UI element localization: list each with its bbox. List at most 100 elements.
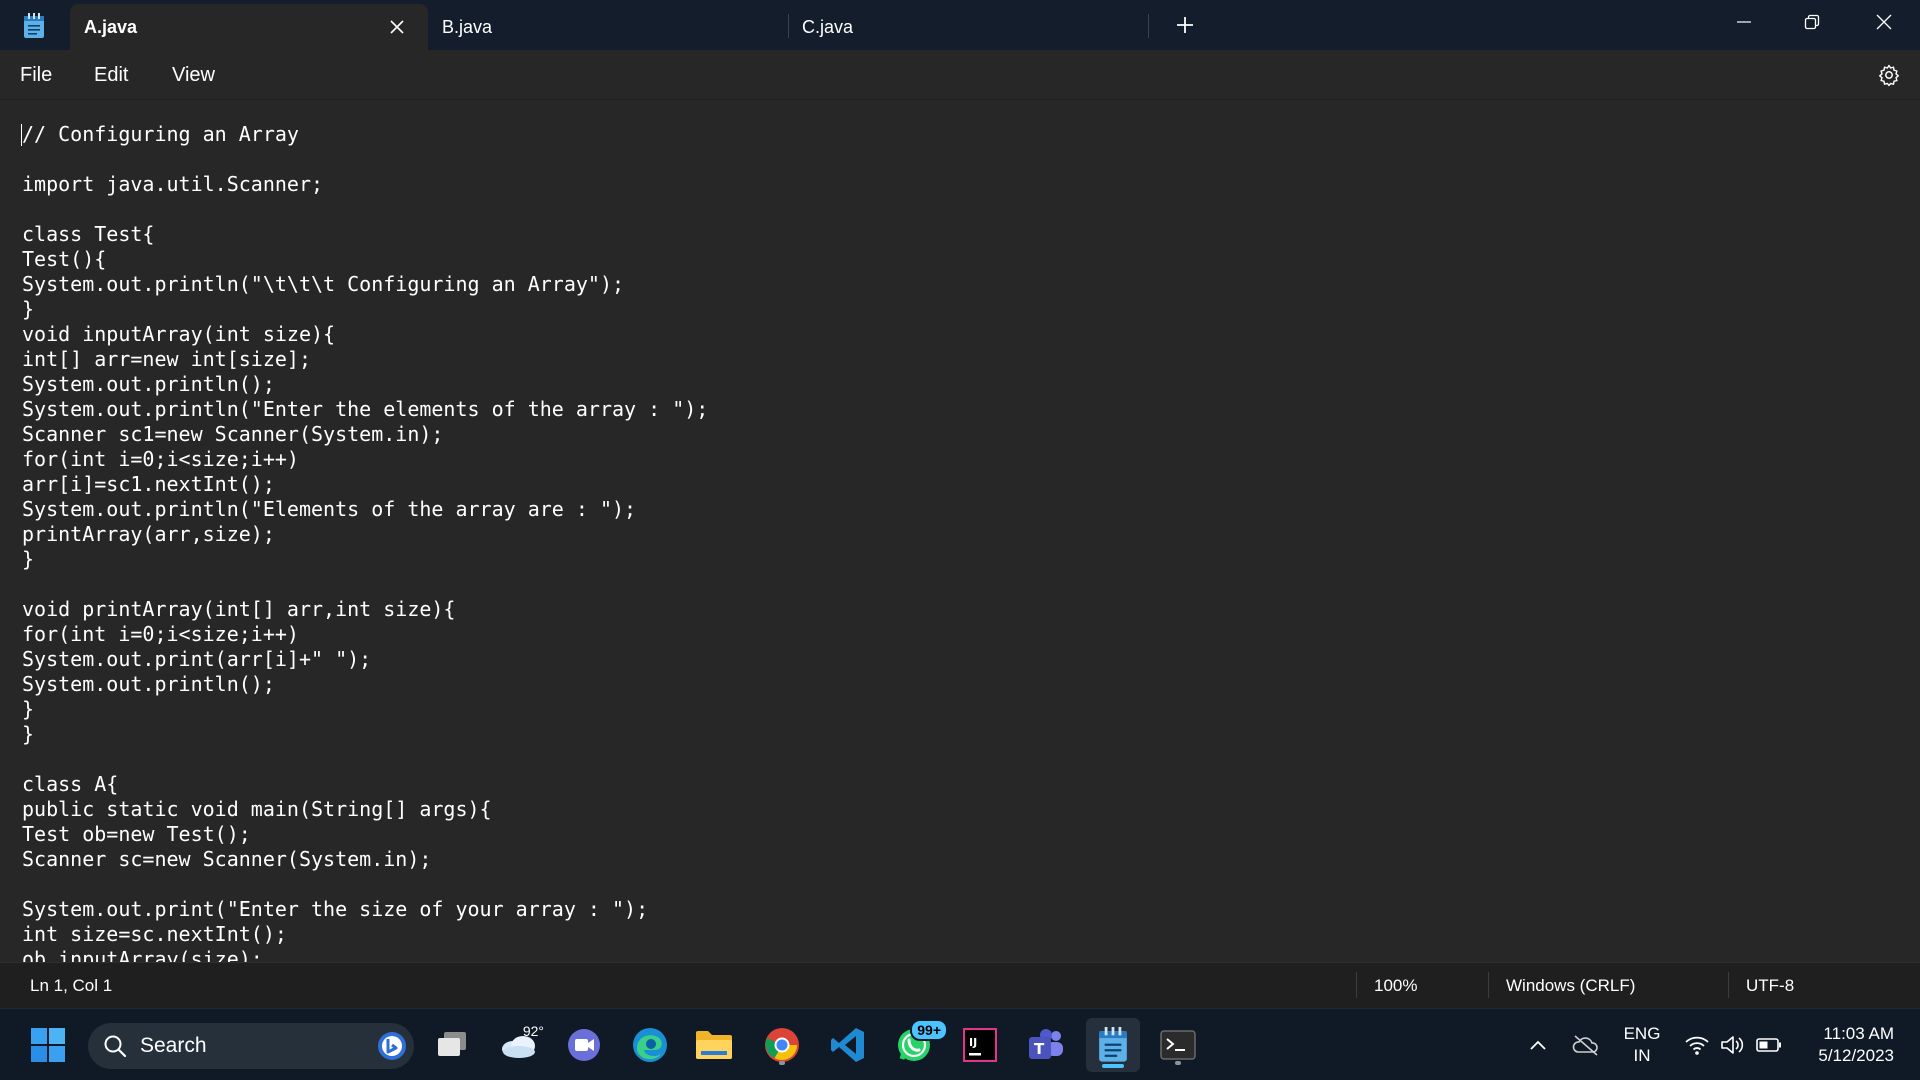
tab-b-java[interactable]: B.java (430, 4, 492, 50)
speaker-icon (1721, 1036, 1744, 1054)
code-line: System.out.print(arr[i]+" "); (22, 647, 372, 671)
task-view-button[interactable] (428, 1021, 476, 1069)
zoom-level: 100% (1374, 976, 1418, 995)
minimize-icon (1737, 21, 1751, 23)
weather-widget[interactable]: 92° (494, 1021, 544, 1069)
taskbar-search[interactable]: Search (88, 1023, 414, 1069)
code-line: System.out.println("\t\t\t Configuring a… (22, 272, 625, 296)
menu-bar: File Edit View (0, 50, 1920, 100)
clock[interactable]: 11:03 AM 5/12/2023 (1798, 1023, 1894, 1067)
code-line: Scanner sc=new Scanner(System.in); (22, 847, 432, 871)
notepad-taskbar-button[interactable] (1086, 1018, 1140, 1072)
menu-view[interactable]: View (170, 62, 217, 89)
code-content[interactable]: // Configuring an Array import java.util.… (22, 122, 708, 962)
code-line: Test(){ (22, 247, 107, 271)
close-icon (1876, 14, 1892, 30)
volume-button[interactable] (1718, 1009, 1748, 1080)
code-line: void inputArray(int size){ (22, 322, 336, 346)
windows-logo-icon (31, 1028, 65, 1062)
task-view-icon (438, 1032, 466, 1056)
edge-button[interactable] (626, 1021, 674, 1069)
onedrive-offline-icon (1572, 1035, 1598, 1056)
code-line: } (22, 297, 35, 321)
notification-badge: 99+ (910, 1019, 948, 1041)
running-indicator (1175, 1061, 1181, 1065)
code-line: System.out.println("Enter the elements o… (22, 397, 709, 421)
code-line: Test ob=new Test(); (22, 822, 251, 846)
onedrive-button[interactable] (1566, 1009, 1606, 1080)
intellij-icon: IJ (963, 1028, 997, 1062)
code-line: ob.inputArray(size); (22, 947, 263, 962)
code-line: // Configuring an Array (22, 122, 299, 146)
language-indicator[interactable]: ENG IN (1618, 1023, 1666, 1067)
status-bar: Ln 1, Col 1 100% Windows (CRLF) UTF-8 (0, 962, 1920, 1008)
status-divider (1728, 972, 1729, 998)
show-hidden-icons-button[interactable] (1518, 1009, 1558, 1080)
settings-button[interactable] (1876, 62, 1902, 88)
battery-icon (1756, 1038, 1781, 1052)
code-line: import java.util.Scanner; (22, 172, 324, 196)
terminal-icon (1160, 1030, 1196, 1060)
code-line: Scanner sc1=new Scanner(System.in); (22, 422, 444, 446)
notepad-icon (1099, 1027, 1127, 1062)
vscode-button[interactable] (824, 1021, 872, 1069)
code-line: System.out.println(); (22, 672, 275, 696)
whatsapp-button[interactable]: 99+ (890, 1019, 948, 1069)
file-explorer-button[interactable] (690, 1021, 738, 1069)
close-window-button[interactable] (1850, 0, 1918, 44)
minimize-button[interactable] (1710, 0, 1778, 44)
tab-c-java[interactable]: C.java (790, 4, 853, 50)
code-line: System.out.println("Elements of the arra… (22, 497, 637, 521)
chat-icon (568, 1029, 600, 1061)
title-bar: A.java B.java C.java (0, 0, 1920, 50)
code-line: System.out.print("Enter the size of your… (22, 897, 649, 921)
svg-text:IJ: IJ (969, 1036, 977, 1049)
vscode-icon (831, 1028, 864, 1062)
plus-icon (1177, 17, 1193, 33)
wifi-icon (1685, 1036, 1709, 1055)
weather-temperature: 92° (522, 1023, 544, 1039)
code-line: for(int i=0;i<size;i++) (22, 447, 299, 471)
new-tab-button[interactable] (1170, 10, 1200, 40)
gear-icon (1879, 64, 1899, 87)
tab-divider (788, 14, 789, 38)
menu-edit[interactable]: Edit (92, 62, 130, 89)
cursor-position: Ln 1, Col 1 (30, 976, 113, 995)
restore-button[interactable] (1778, 0, 1846, 44)
region-code: IN (1633, 1046, 1651, 1065)
network-button[interactable] (1682, 1009, 1712, 1080)
tab-a-java[interactable]: A.java (70, 4, 428, 50)
code-line: void printArray(int[] arr,int size){ (22, 597, 456, 621)
close-tab-icon[interactable] (386, 16, 408, 38)
code-line: int[] arr=new int[size]; (22, 347, 311, 371)
status-divider (1488, 972, 1489, 998)
bing-icon[interactable] (376, 1030, 408, 1062)
code-line: arr[i]=sc1.nextInt(); (22, 472, 275, 496)
code-line: System.out.println(); (22, 372, 275, 396)
terminal-button[interactable] (1154, 1021, 1202, 1069)
teams-chat-button[interactable] (560, 1021, 608, 1069)
clock-time: 11:03 AM (1823, 1024, 1894, 1043)
battery-button[interactable] (1754, 1009, 1784, 1080)
chevron-up-icon (1530, 1040, 1546, 1050)
tab-label: A.java (84, 16, 138, 37)
notepad-app-icon (20, 12, 48, 40)
folder-icon (696, 1031, 732, 1059)
status-divider (1356, 972, 1357, 998)
chrome-button[interactable] (758, 1021, 806, 1069)
menu-file[interactable]: File (18, 62, 54, 89)
start-button[interactable] (24, 1021, 72, 1069)
code-line: int size=sc.nextInt(); (22, 922, 287, 946)
code-line: for(int i=0;i<size;i++) (22, 622, 299, 646)
code-line: class Test{ (22, 222, 155, 246)
code-line: } (22, 547, 35, 571)
search-placeholder: Search (140, 1034, 207, 1057)
intellij-button[interactable]: IJ (956, 1021, 1004, 1069)
text-editor[interactable]: // Configuring an Array import java.util.… (0, 100, 1920, 962)
teams-button[interactable]: T (1022, 1021, 1070, 1069)
running-indicator (779, 1061, 785, 1065)
restore-icon (1804, 14, 1820, 30)
